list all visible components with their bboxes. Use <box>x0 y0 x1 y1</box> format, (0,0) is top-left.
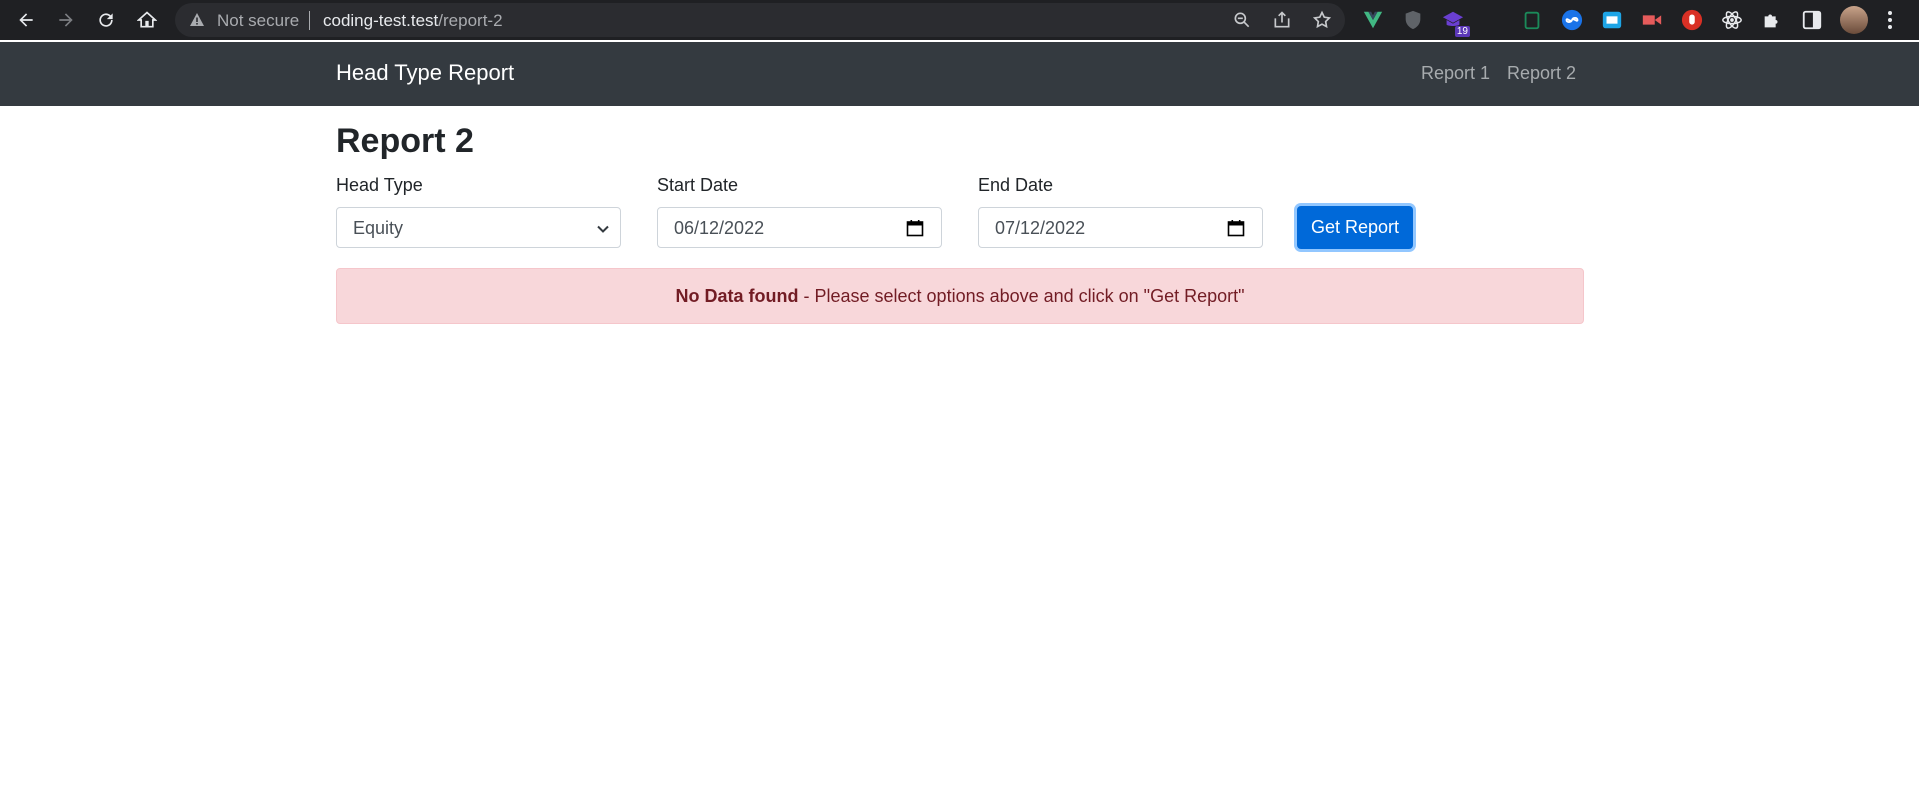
zoom-icon[interactable] <box>1232 10 1252 30</box>
side-panel-icon[interactable] <box>1801 9 1823 31</box>
graduation-extension-icon[interactable]: 19 <box>1442 9 1470 37</box>
url-host: coding-test.test <box>323 11 439 30</box>
calendar-icon[interactable] <box>906 219 924 237</box>
not-secure-label: Not secure <box>217 11 300 30</box>
screen-extension-icon[interactable] <box>1601 9 1623 31</box>
end-date-label: End Date <box>978 175 1054 195</box>
back-arrow-icon[interactable] <box>12 6 40 34</box>
start-date-value: 06/12/2022 <box>674 218 765 238</box>
bookmark-star-icon[interactable] <box>1312 10 1332 30</box>
kebab-menu-icon[interactable] <box>1885 8 1895 32</box>
app-navbar: Head Type Report Report 1 Report 2 <box>0 42 1919 106</box>
start-date-input[interactable]: 06/12/2022 <box>657 207 942 248</box>
clipboard-extension-icon[interactable] <box>1521 9 1543 31</box>
chevron-down-icon <box>597 225 609 233</box>
react-devtools-icon[interactable] <box>1721 9 1743 31</box>
calendar-icon[interactable] <box>1227 219 1245 237</box>
forward-arrow-icon[interactable] <box>52 6 80 34</box>
end-date-input[interactable]: 07/12/2022 <box>978 207 1263 248</box>
hand-stop-extension-icon[interactable] <box>1681 9 1703 31</box>
divider <box>309 11 310 30</box>
shield-extension-icon[interactable] <box>1402 9 1424 31</box>
head-type-select[interactable]: Equity <box>336 207 621 248</box>
reload-icon[interactable] <box>92 6 120 34</box>
url-path: /report-2 <box>438 11 503 30</box>
get-report-button[interactable]: Get Report <box>1297 206 1413 249</box>
nav-link-report-2[interactable]: Report 2 <box>1507 63 1576 84</box>
home-icon[interactable] <box>133 6 161 34</box>
share-icon[interactable] <box>1272 10 1292 30</box>
infinity-extension-icon[interactable] <box>1561 9 1583 31</box>
alert-body-text: - Please select options above and click … <box>798 285 1245 306</box>
head-type-label: Head Type <box>336 175 423 195</box>
head-type-value: Equity <box>353 218 404 238</box>
warning-icon <box>190 13 204 26</box>
browser-toolbar: Not secure coding-test.test/report-2 19 <box>0 0 1919 40</box>
alert-strong-text: No Data found <box>675 285 799 306</box>
vue-devtools-icon[interactable] <box>1362 9 1384 31</box>
profile-avatar[interactable] <box>1840 6 1868 34</box>
nav-link-report-1[interactable]: Report 1 <box>1421 63 1490 84</box>
puzzle-extensions-icon[interactable] <box>1761 9 1783 31</box>
page-title: Report 2 <box>336 122 474 160</box>
extension-badge: 19 <box>1454 26 1470 37</box>
video-extension-icon[interactable] <box>1641 9 1663 31</box>
end-date-value: 07/12/2022 <box>995 218 1086 238</box>
url-text: coding-test.test/report-2 <box>323 11 503 31</box>
address-bar[interactable]: Not secure coding-test.test/report-2 <box>175 3 1345 37</box>
navbar-brand[interactable]: Head Type Report <box>336 60 514 86</box>
start-date-label: Start Date <box>657 175 739 195</box>
alert-message: No Data found - Please select options ab… <box>675 286 1244 307</box>
no-data-alert: No Data found - Please select options ab… <box>336 268 1584 324</box>
